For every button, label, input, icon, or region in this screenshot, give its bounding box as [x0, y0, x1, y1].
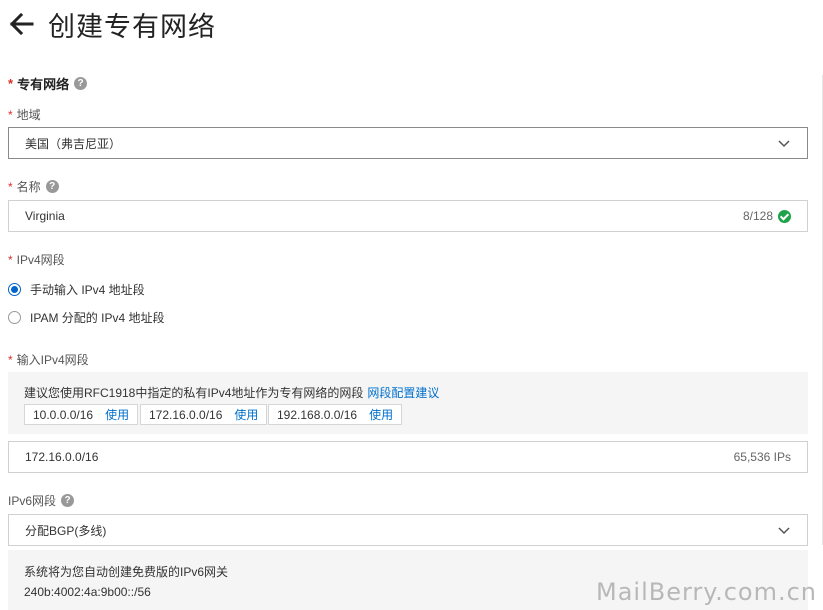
section-title: * 专有网络 ? [8, 74, 88, 93]
required-mark: * [8, 107, 13, 122]
ipv4-input-label-text: 输入IPv4网段 [16, 353, 89, 367]
radio-ipam-ipv4[interactable]: IPAM 分配的 IPv4 地址段 [8, 309, 164, 326]
ip-count: 65,536 IPs [733, 450, 791, 464]
ipv6-note: 系统将为您自动创建免费版的IPv6网关 [24, 565, 229, 579]
cidr-suggestion-chip: 172.16.0.0/16 使用 [140, 404, 268, 425]
cidr-suggestion-value: 172.16.0.0/16 [149, 407, 223, 422]
name-label: * 名称 ? [8, 178, 59, 195]
region-label: * 地域 [8, 106, 41, 123]
cidr-hint-text: 建议您使用RFC1918中指定的私有IPv4地址作为专有网络的网段 [24, 386, 364, 400]
chevron-down-icon [778, 527, 790, 535]
ipv4-mode-label-text: IPv4网段 [16, 253, 65, 267]
region-label-text: 地域 [16, 108, 41, 122]
name-value: Virginia [25, 209, 65, 223]
ipv6-cidr: 240b:4002:4a:9b00::/56 [24, 585, 151, 599]
check-circle-icon [778, 209, 791, 223]
required-mark: * [8, 179, 13, 194]
radio-checked-icon[interactable] [8, 283, 21, 296]
use-cidr-button[interactable]: 使用 [105, 406, 129, 423]
region-value: 美国（弗吉尼亚） [25, 136, 122, 151]
name-input[interactable]: Virginia 8/128 [8, 200, 808, 232]
ipv6-label-text: IPv6网段 [8, 494, 57, 508]
ipv6-value: 分配BGP(多线) [25, 523, 107, 538]
use-cidr-button[interactable]: 使用 [369, 406, 393, 423]
required-mark: * [8, 252, 13, 267]
radio-manual-ipv4[interactable]: 手动输入 IPv4 地址段 [8, 281, 145, 298]
ipv4-cidr-value: 172.16.0.0/16 [25, 450, 99, 464]
help-icon[interactable]: ? [45, 180, 59, 193]
name-counter: 8/128 [743, 209, 791, 223]
watermark: MailBerry.com.cn [596, 578, 817, 606]
cidr-suggestion-value: 192.168.0.0/16 [277, 407, 358, 422]
region-select[interactable]: 美国（弗吉尼亚） [8, 127, 808, 159]
back-arrow-icon[interactable] [8, 11, 34, 37]
cidr-advice-link[interactable]: 网段配置建议 [367, 386, 439, 400]
ipv4-mode-label: * IPv4网段 [8, 251, 65, 268]
ipv4-input-label: * 输入IPv4网段 [8, 351, 89, 368]
ipv6-label: IPv6网段 ? [8, 492, 75, 509]
required-mark: * [8, 76, 14, 91]
create-vpc-page: 创建专有网络 * 专有网络 ? * 地域 美国（弗吉尼亚） * 名称 ? Vir… [0, 0, 823, 610]
radio-unchecked-icon[interactable] [8, 311, 21, 324]
section-title-text: 专有网络 [17, 77, 70, 92]
ipv6-select[interactable]: 分配BGP(多线) [8, 514, 808, 546]
cidr-hint-panel: 建议您使用RFC1918中指定的私有IPv4地址作为专有网络的网段 网段配置建议 … [8, 372, 808, 434]
cidr-suggestion-chip: 192.168.0.0/16 使用 [268, 404, 403, 425]
cidr-suggestion-chip: 10.0.0.0/16 使用 [24, 404, 139, 425]
page-header: 创建专有网络 [8, 6, 216, 42]
help-icon[interactable]: ? [61, 494, 75, 507]
help-icon[interactable]: ? [74, 77, 88, 90]
page-title: 创建专有网络 [48, 11, 216, 42]
cidr-suggestion-value: 10.0.0.0/16 [33, 407, 94, 422]
required-mark: * [8, 352, 13, 367]
use-cidr-button[interactable]: 使用 [234, 406, 258, 423]
radio-ipam-label: IPAM 分配的 IPv4 地址段 [30, 311, 165, 325]
name-label-text: 名称 [16, 180, 41, 194]
cidr-hint: 建议您使用RFC1918中指定的私有IPv4地址作为专有网络的网段 网段配置建议 [24, 384, 439, 401]
chevron-down-icon [778, 140, 790, 148]
ipv4-cidr-input[interactable]: 172.16.0.0/16 65,536 IPs [8, 441, 808, 473]
name-counter-text: 8/128 [742, 209, 773, 223]
radio-manual-label: 手动输入 IPv4 地址段 [30, 283, 145, 297]
